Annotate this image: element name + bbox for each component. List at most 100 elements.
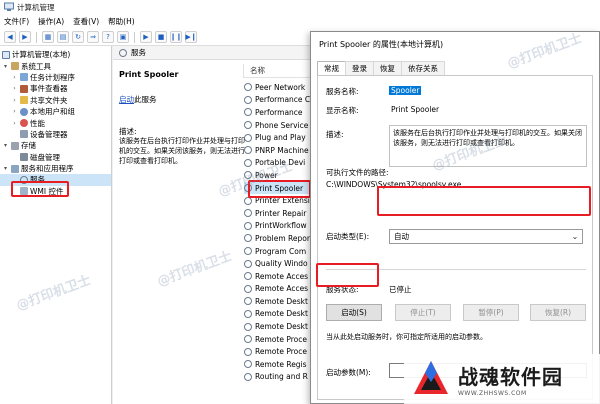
chevron-right-icon[interactable]: › [11, 85, 18, 92]
service-list-item-label: Remote Acces [255, 284, 309, 294]
service-list-item[interactable]: Remote Acces [244, 270, 310, 283]
menu-action[interactable]: 操作(A) [38, 16, 64, 27]
startup-type-select[interactable]: 自动 ⌄ [389, 229, 583, 244]
service-name-selected-text[interactable]: Spooler [389, 86, 422, 95]
service-status-value: 已停止 [389, 285, 412, 294]
stop-icon[interactable]: ■ [155, 31, 167, 43]
gear-icon [244, 234, 252, 243]
service-list-item[interactable]: Remote Deskt [244, 320, 310, 333]
chevron-right-icon[interactable]: › [11, 74, 18, 81]
service-list-item[interactable]: Routing and R [244, 371, 310, 384]
refresh-icon[interactable]: ↻ [72, 31, 84, 43]
tree-item-performance[interactable]: › 性能 [0, 117, 111, 128]
tree-item-event-viewer[interactable]: › 事件查看器 [0, 83, 111, 94]
tree-item-device-manager[interactable]: 设备管理器 [0, 129, 111, 140]
chevron-right-icon[interactable]: › [11, 108, 18, 115]
service-list-item-label: PNRP Machine [255, 145, 309, 155]
play-icon[interactable]: ▶ [140, 31, 152, 43]
menu-file[interactable]: 文件(F) [4, 16, 29, 27]
stop-button[interactable]: 停止(T) [395, 304, 451, 321]
start-button[interactable]: 启动(S) [326, 304, 382, 321]
chevron-down-icon[interactable]: ▾ [2, 63, 9, 70]
service-list-item[interactable]: Remote Deskt [244, 308, 310, 321]
window-titlebar: 计算机管理 [0, 0, 600, 14]
service-list-item[interactable]: Remote Deskt [244, 295, 310, 308]
tree-item-computer-management[interactable]: 计算机管理(本地) [0, 49, 111, 60]
service-list-item[interactable]: Remote Proce [244, 345, 310, 358]
service-list-item-label: Phone Service [255, 120, 309, 130]
pause-button[interactable]: 暂停(P) [463, 304, 519, 321]
chevron-right-icon[interactable]: › [11, 120, 18, 127]
gear-icon [244, 372, 252, 381]
service-list-item[interactable]: Remote Acces [244, 283, 310, 296]
display-name-value[interactable]: Print Spooler [391, 105, 439, 114]
general-tab-panel: 服务名称: Spooler 显示名称: Print Spooler 描述: 该服… [317, 75, 593, 400]
service-list-item-label: Remote Regis [255, 359, 307, 369]
service-list-item[interactable]: Plug and Play [244, 131, 310, 144]
service-list-item-label: PrintWorkflow [255, 221, 307, 231]
chevron-right-icon[interactable]: › [11, 97, 18, 104]
gear-icon [244, 284, 252, 293]
pause-icon[interactable]: ❙❙ [170, 31, 182, 43]
console-tree-icon[interactable]: ▦ [42, 31, 54, 43]
tab-general[interactable]: 常规 [317, 60, 346, 76]
tab-dependencies[interactable]: 依存关系 [401, 61, 445, 75]
forward-arrow-icon[interactable]: ▶ [19, 31, 31, 43]
disk-icon [20, 153, 28, 162]
gear-icon [244, 335, 252, 344]
tab-recovery[interactable]: 恢复 [373, 61, 402, 75]
annotation-highlight-start-button [316, 263, 379, 287]
service-list-item[interactable]: Remote Regis [244, 358, 310, 371]
gear-icon [244, 108, 252, 117]
export-list-icon[interactable]: ⇒ [87, 31, 99, 43]
gear-icon [244, 259, 252, 268]
tab-logon[interactable]: 登录 [345, 61, 374, 75]
service-list-item[interactable]: PNRP Machine [244, 144, 310, 157]
tree-item-local-users[interactable]: › 本地用户和组 [0, 106, 111, 117]
service-list-item[interactable]: Peer Network [244, 81, 310, 94]
tree-item-services-and-apps[interactable]: ▾ 服务和应用程序 [0, 163, 111, 174]
description-label: 描述: [326, 130, 344, 139]
service-list: Peer Network Performance C Performance Phon… [244, 81, 310, 383]
service-list-item[interactable]: Remote Proce [244, 333, 310, 346]
restart-icon[interactable]: ▶❙ [185, 31, 197, 43]
help-icon[interactable]: ? [102, 31, 114, 43]
storage-icon [11, 141, 19, 150]
tree-item-task-scheduler[interactable]: › 任务计划程序 [0, 72, 111, 83]
start-service-text: 启动此服务 [119, 94, 157, 105]
properties-dialog: Print Spooler 的属性(本地计算机) 常规 登录 恢复 依存关系 服… [310, 31, 600, 404]
chevron-down-icon[interactable]: ▾ [2, 165, 9, 172]
tree-item-label: 性能 [30, 118, 45, 128]
brand-name: 战魂软件园 [458, 365, 563, 389]
tree-item-label: 磁盘管理 [30, 152, 60, 162]
service-list-item[interactable]: Performance [244, 106, 310, 119]
back-arrow-icon[interactable]: ◀ [4, 31, 16, 43]
service-list-item[interactable]: Printer Repair [244, 207, 310, 220]
resume-button[interactable]: 恢复(R) [530, 304, 586, 321]
column-header-name[interactable]: 名称 [243, 64, 310, 78]
clock-icon [20, 73, 28, 82]
gear-icon [244, 146, 252, 155]
service-list-item-label: Performance C [255, 95, 310, 105]
menu-view[interactable]: 查看(V) [73, 16, 99, 27]
start-service-link[interactable]: 启动 [119, 95, 134, 104]
gear-icon [244, 272, 252, 281]
tree-item-storage[interactable]: ▾ 存储 [0, 140, 111, 151]
tree-item-label: 计算机管理(本地) [12, 50, 71, 60]
start-params-label: 启动参数(M): [326, 368, 371, 377]
tree-item-disk-management[interactable]: 磁盘管理 [0, 152, 111, 163]
tree-item-shared-folders[interactable]: › 共享文件夹 [0, 95, 111, 106]
display-name-label: 显示名称: [326, 106, 359, 115]
service-list-item[interactable]: Phone Service [244, 119, 310, 132]
service-list-item-label: Remote Deskt [255, 296, 308, 306]
service-list-item[interactable]: Performance C [244, 94, 310, 107]
service-list-item[interactable]: Quality Windo [244, 257, 310, 270]
chevron-down-icon[interactable]: ▾ [2, 142, 9, 149]
service-list-item[interactable]: Problem Repor [244, 232, 310, 245]
menu-help[interactable]: 帮助(H) [108, 16, 135, 27]
tree-item-system-tools[interactable]: ▾ 系统工具 [0, 60, 111, 71]
show-hide-icon[interactable]: ▣ [117, 31, 129, 43]
properties-icon[interactable]: ▤ [57, 31, 69, 43]
service-list-item[interactable]: PrintWorkflow [244, 220, 310, 233]
service-list-item[interactable]: Program Com [244, 245, 310, 258]
